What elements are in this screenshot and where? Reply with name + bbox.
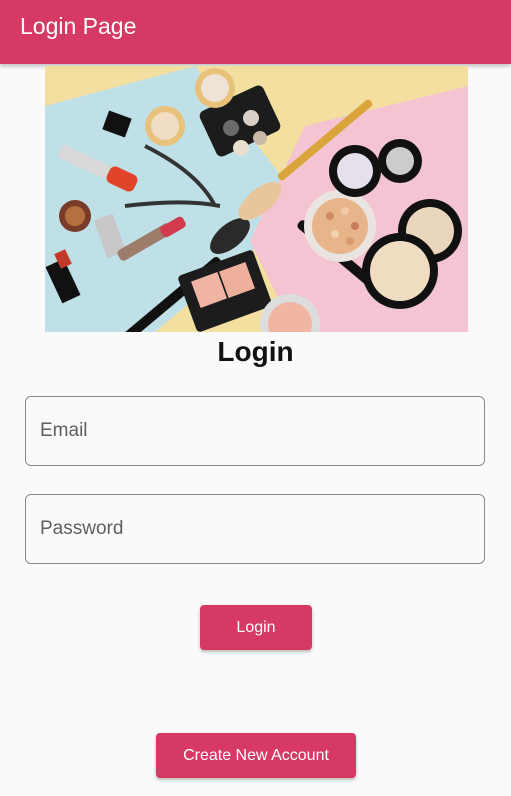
email-input[interactable] (26, 397, 484, 465)
makeup-products-image (45, 66, 468, 332)
create-account-button[interactable]: Create New Account (156, 733, 356, 778)
email-field[interactable] (25, 396, 485, 466)
app-title: Login Page (20, 13, 137, 39)
login-heading: Login (217, 336, 294, 367)
password-field[interactable] (25, 494, 485, 564)
app-bar: Login Page (0, 0, 511, 64)
login-button[interactable]: Login (200, 605, 312, 650)
password-input[interactable] (26, 495, 484, 563)
